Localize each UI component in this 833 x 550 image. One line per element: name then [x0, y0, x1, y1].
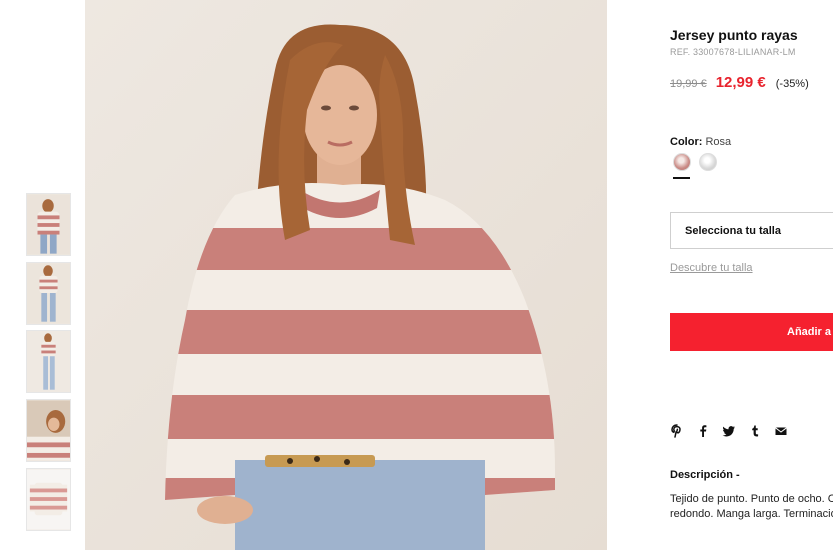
size-select-label: Selecciona tu talla [685, 224, 781, 237]
product-title: Jersey punto rayas [670, 27, 798, 43]
thumbnail-1[interactable] [26, 193, 71, 256]
main-product-image[interactable] [85, 0, 607, 550]
facebook-icon[interactable] [696, 424, 710, 438]
twitter-icon[interactable] [722, 424, 736, 438]
product-reference: REF. 33007678-LILIANAR-LM [670, 47, 796, 57]
color-swatch-rosa[interactable] [673, 153, 691, 171]
share-bar [670, 423, 800, 439]
price-row: 19,99 € 12,99 € (-35%) [670, 74, 809, 91]
email-icon[interactable] [774, 424, 788, 438]
selected-swatch-indicator [673, 177, 690, 179]
add-to-cart-button[interactable]: Añadir a [670, 313, 833, 351]
discount-badge: (-35%) [775, 78, 809, 90]
sale-price: 12,99 € [715, 74, 766, 91]
color-label-row: Color: Rosa [670, 136, 731, 148]
tumblr-icon[interactable] [748, 424, 762, 438]
thumbnail-2[interactable] [26, 262, 71, 325]
description-title[interactable]: Descripción - [670, 469, 740, 481]
pinterest-icon[interactable] [670, 424, 684, 438]
color-swatch-gris[interactable] [699, 153, 717, 171]
description-text: Tejido de punto. Punto de ocho. Cuello r… [670, 493, 833, 520]
size-guide-link[interactable]: Descubre tu talla [670, 262, 753, 274]
product-info-panel: Jersey punto rayas REF. 33007678-LILIANA… [670, 0, 833, 550]
color-value: Rosa [705, 136, 732, 148]
thumbnail-5[interactable] [26, 468, 71, 531]
size-select[interactable]: Selecciona tu talla [670, 212, 833, 249]
thumbnail-3[interactable] [26, 330, 71, 393]
color-label: Color: [670, 136, 703, 148]
old-price: 19,99 € [670, 78, 707, 90]
thumbnail-4[interactable] [26, 399, 71, 462]
add-to-cart-label: Añadir a [787, 326, 832, 338]
